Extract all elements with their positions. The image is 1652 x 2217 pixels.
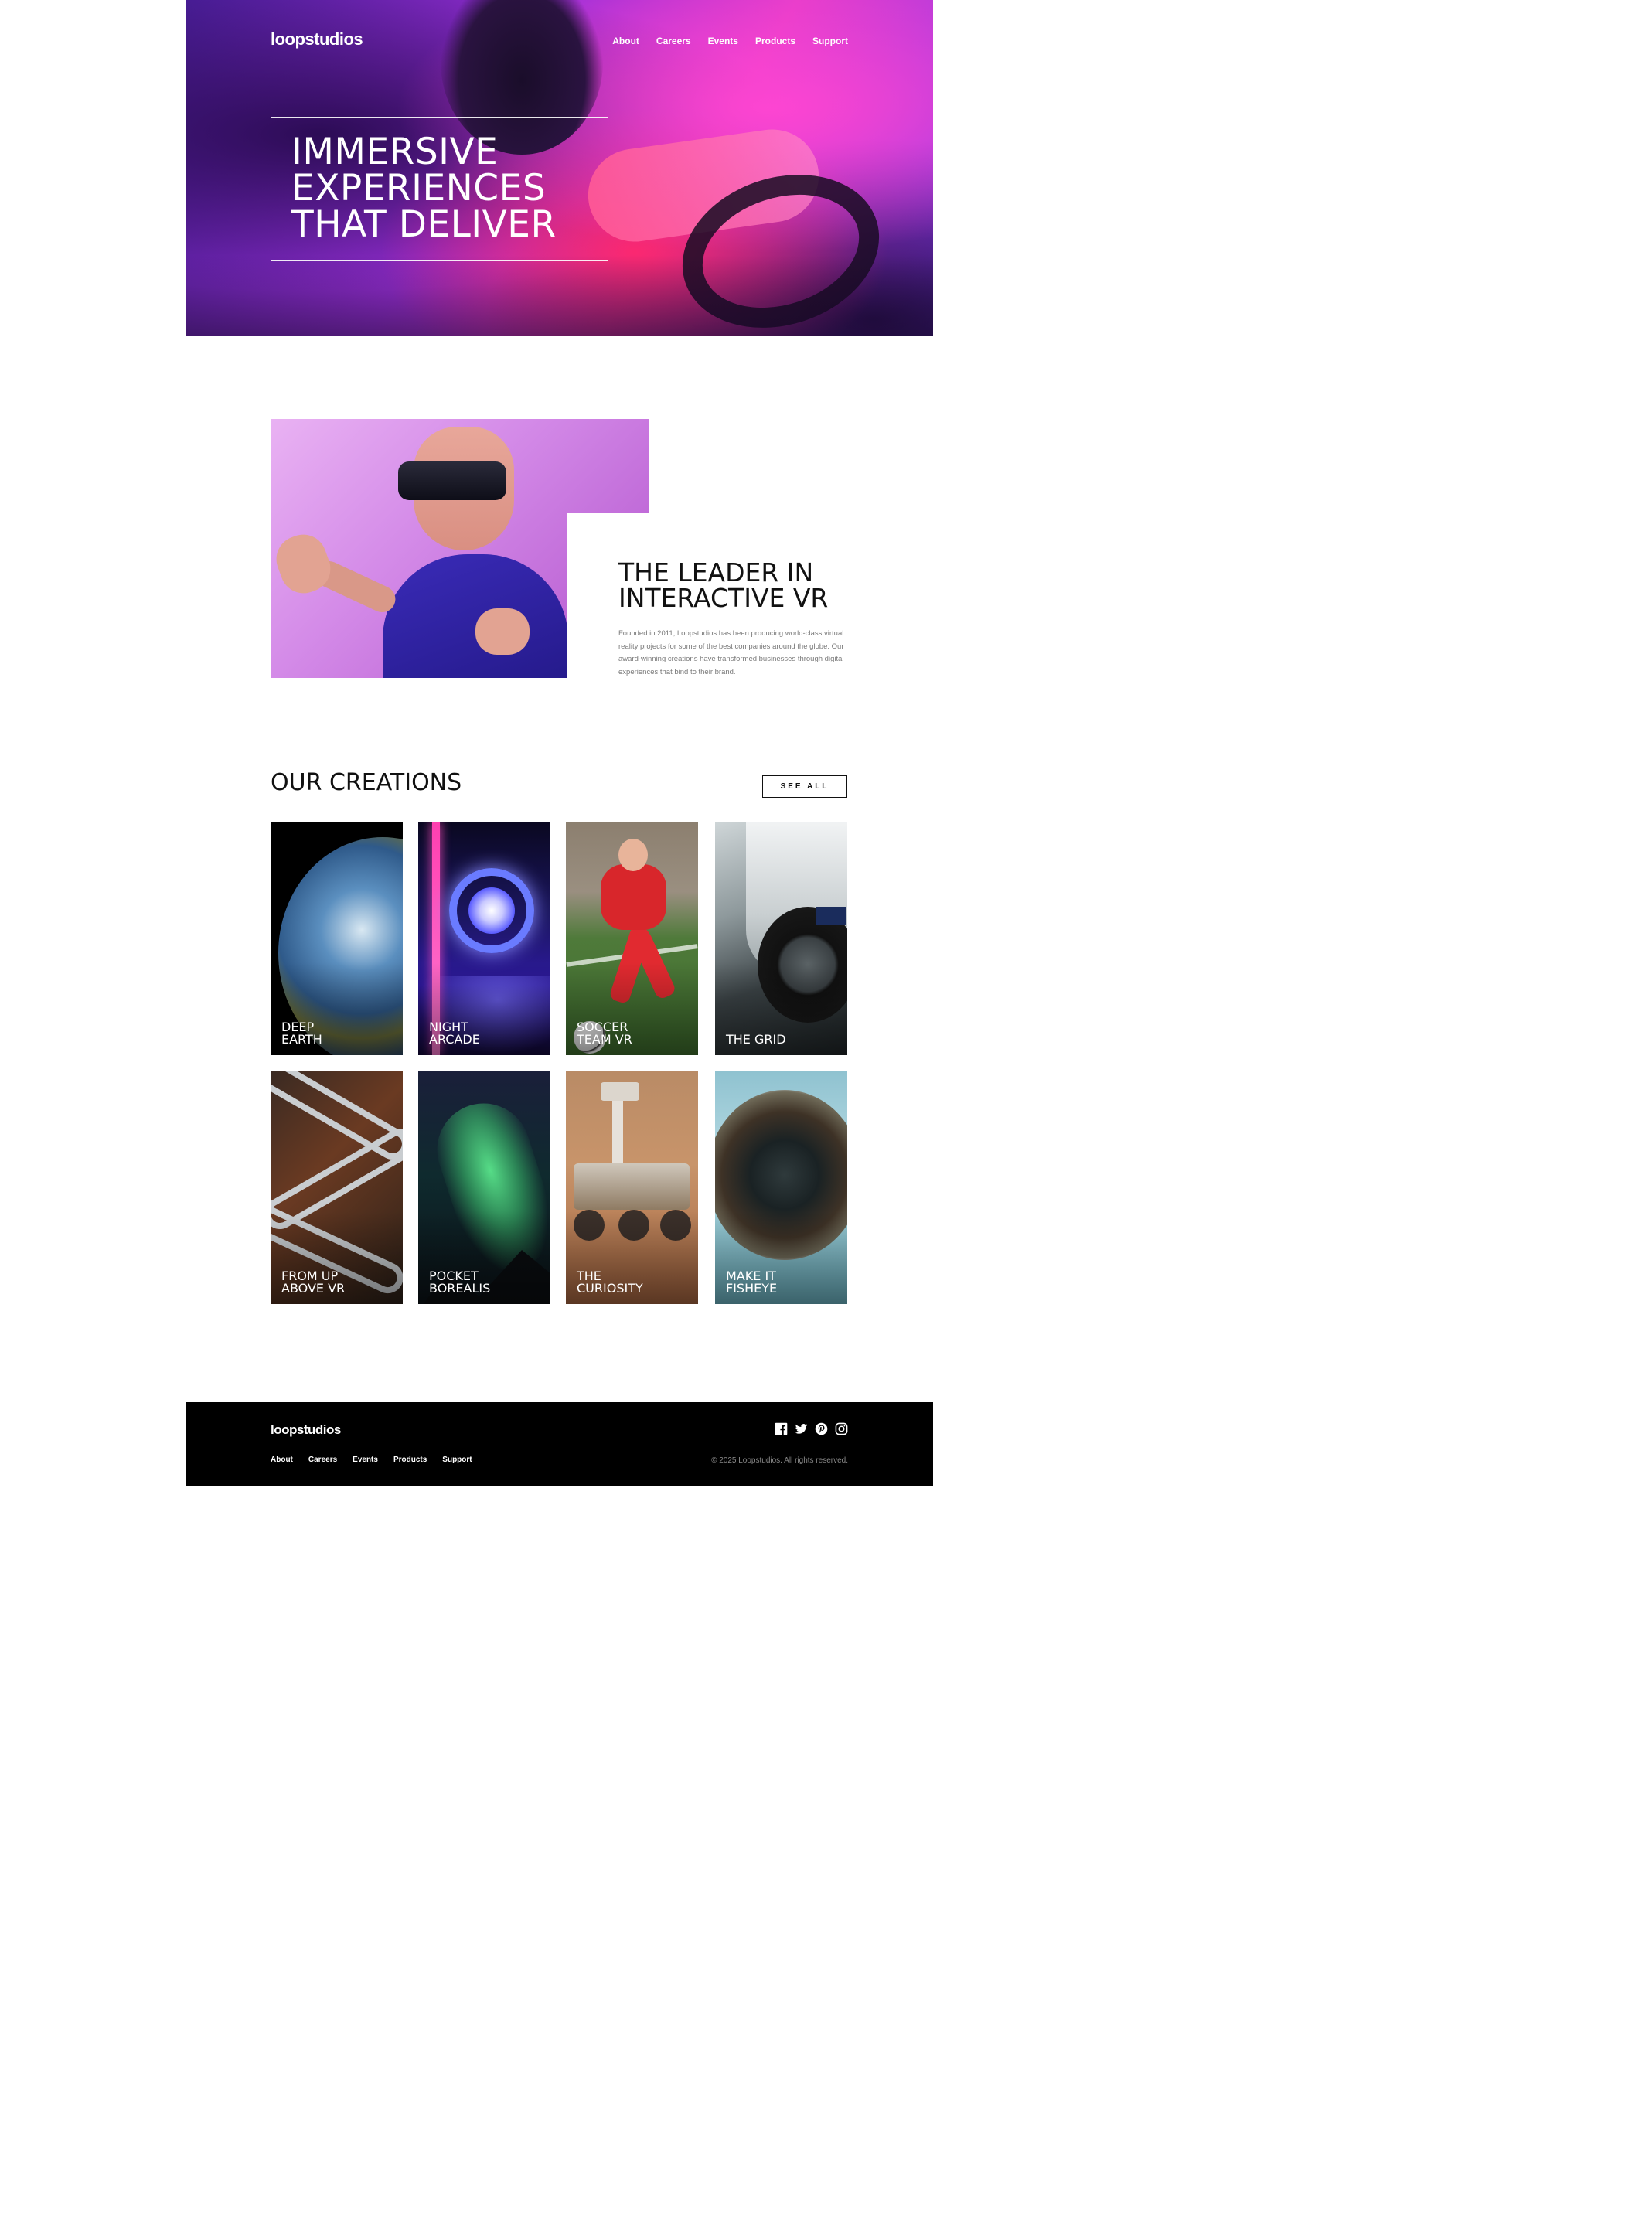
hero-background-shape: [186, 255, 933, 336]
soccer-image: [618, 839, 648, 871]
creation-card-label: The Curiosity: [577, 1269, 643, 1296]
leader-title: The leader in interactive VR: [618, 560, 877, 611]
see-all-button[interactable]: See all: [762, 775, 847, 798]
leader-panel: The leader in interactive VR Founded in …: [567, 513, 877, 678]
creation-card-label: Deep Earth: [281, 1020, 322, 1047]
footer-link-support[interactable]: Support: [442, 1456, 472, 1464]
nav-link-events[interactable]: Events: [708, 36, 738, 46]
creation-card-soccer-team-vr[interactable]: Soccer Team VR: [566, 822, 698, 1055]
leader-title-line: interactive VR: [618, 583, 829, 613]
creation-card-make-it-fisheye[interactable]: Make it Fisheye: [715, 1071, 847, 1304]
twitter-icon[interactable]: [795, 1422, 808, 1435]
hero-title-box: Immersive experiences that deliver: [271, 117, 608, 261]
creation-card-from-up-above-vr[interactable]: From up above VR: [271, 1071, 403, 1304]
nav-link-careers[interactable]: Careers: [656, 36, 691, 46]
creation-card-label: Pocket Borealis: [429, 1269, 491, 1296]
instagram-icon[interactable]: [835, 1422, 848, 1435]
vr-person-shape: [271, 528, 337, 600]
creation-card-label: The Grid: [726, 1032, 786, 1047]
nav-link-support[interactable]: Support: [812, 36, 848, 46]
hero-section: loopstudios About Careers Events Product…: [186, 0, 933, 336]
rover-image: [601, 1082, 639, 1101]
facebook-icon[interactable]: [775, 1422, 788, 1435]
footer-link-products[interactable]: Products: [393, 1456, 427, 1464]
creation-card-night-arcade[interactable]: Night Arcade: [418, 822, 550, 1055]
creations-title: Our creations: [271, 769, 462, 796]
footer-link-about[interactable]: About: [271, 1456, 293, 1464]
nav-link-about[interactable]: About: [612, 36, 639, 46]
vr-headset-shape: [398, 461, 506, 500]
race-car-image: [816, 907, 846, 925]
creation-card-label: From up above VR: [281, 1269, 346, 1296]
site-footer: loopstudios About Careers Events Product…: [186, 1402, 933, 1486]
creation-card-the-curiosity[interactable]: The Curiosity: [566, 1071, 698, 1304]
footer-link-careers[interactable]: Careers: [308, 1456, 337, 1464]
hero-title-line: Immersive: [291, 131, 499, 173]
leader-title-line: The leader in: [618, 557, 814, 587]
leader-description: Founded in 2011, Loopstudios has been pr…: [618, 629, 844, 676]
creation-card-label: Make it Fisheye: [726, 1269, 778, 1296]
footer-link-events[interactable]: Events: [353, 1456, 378, 1464]
soccer-image: [601, 864, 666, 930]
main-nav: About Careers Events Products Support: [612, 36, 848, 46]
social-links: [775, 1422, 848, 1435]
site-logo[interactable]: loopstudios: [271, 29, 363, 49]
creation-card-label: Soccer Team VR: [577, 1020, 632, 1047]
vr-person-shape: [383, 554, 568, 678]
creation-card-the-grid[interactable]: The Grid: [715, 822, 847, 1055]
rover-image: [574, 1163, 690, 1210]
vr-person-shape: [475, 608, 530, 655]
nav-link-products[interactable]: Products: [755, 36, 795, 46]
hero-title-line: experiences: [291, 167, 547, 209]
hero-title: Immersive experiences that deliver: [291, 134, 588, 243]
footer-logo[interactable]: loopstudios: [271, 1422, 341, 1438]
creation-card-deep-earth[interactable]: Deep Earth: [271, 822, 403, 1055]
footer-nav: About Careers Events Products Support: [271, 1456, 472, 1464]
creation-card-pocket-borealis[interactable]: Pocket Borealis: [418, 1071, 550, 1304]
creation-card-label: Night Arcade: [429, 1020, 480, 1047]
copyright-text: © 2025 Loopstudios. All rights reserved.: [711, 1456, 848, 1465]
pinterest-icon[interactable]: [815, 1422, 828, 1435]
arcade-image: [468, 887, 515, 934]
hero-title-line: that deliver: [291, 203, 557, 246]
